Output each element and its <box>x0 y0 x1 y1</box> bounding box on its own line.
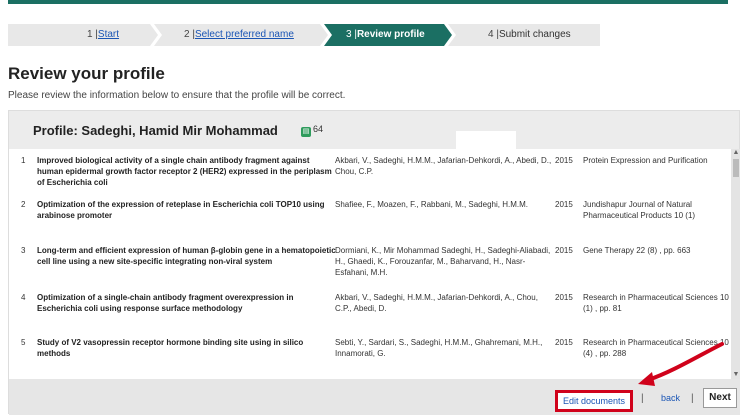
step-review-profile: 3 |Review profile <box>324 24 452 46</box>
row-index: 4 <box>21 293 26 302</box>
wizard-steps: 1 |Start 2 |Select preferred name 3 |Rev… <box>8 24 600 46</box>
step-start-link[interactable]: Start <box>98 29 119 40</box>
document-count: ▤ 64 <box>301 124 323 137</box>
step-review-label: Review profile <box>356 29 425 40</box>
document-journal: Research in Pharmaceutical Sciences 10 (… <box>583 293 729 313</box>
document-title: Optimization of the expression of retepl… <box>37 200 325 220</box>
profile-header: Profile: Sadeghi, Hamid Mir Mohammad ▤ 64 <box>9 111 739 149</box>
separator: | <box>691 393 694 404</box>
document-list: 1 Improved biological activity of a sing… <box>9 149 731 379</box>
row-index: 1 <box>21 156 26 165</box>
document-journal: Research in Pharmaceutical Sciences 10 (… <box>583 338 729 358</box>
back-link[interactable]: back <box>661 393 680 403</box>
document-title: Study of V2 vasopressin receptor hormone… <box>37 338 304 358</box>
step-select-preferred-name[interactable]: 2 |Select preferred name <box>154 24 328 46</box>
document-authors: Sebti, Y., Sardari, S., Sadeghi, H.M.M.,… <box>335 338 543 358</box>
document-year: 2015 <box>555 338 573 347</box>
top-accent-line <box>8 0 728 4</box>
row-index: 5 <box>21 338 26 347</box>
step-submit-changes: 4 |Submit changes <box>448 24 600 46</box>
row-index: 2 <box>21 200 26 209</box>
panel-footer: Edit documents | back | Next <box>9 379 740 415</box>
step-number: 1 | <box>86 29 98 40</box>
document-authors: Shafiee, F., Moazen, F., Rabbani, M., Sa… <box>335 200 528 209</box>
document-year: 2015 <box>555 293 573 302</box>
profile-title: Profile: Sadeghi, Hamid Mir Mohammad <box>33 123 278 138</box>
document-title: Optimization of a single-chain antibody … <box>37 293 294 313</box>
scroll-up-icon[interactable]: ▲ <box>731 149 740 157</box>
page-title: Review your profile <box>8 64 165 83</box>
separator: | <box>641 393 644 404</box>
edit-documents-link[interactable]: Edit documents <box>555 390 633 412</box>
step-number: 4 | <box>488 29 499 40</box>
redaction-box <box>456 131 516 149</box>
document-authors: Dormiani, K., Mir Mohammad Sadeghi, H., … <box>335 246 551 277</box>
profile-panel: Profile: Sadeghi, Hamid Mir Mohammad ▤ 64… <box>8 110 740 415</box>
next-button[interactable]: Next <box>703 388 737 408</box>
document-authors: Akbari, V., Sadeghi, H.M.M., Jafarian-De… <box>335 156 552 176</box>
step-number: 3 | <box>346 29 357 40</box>
step-submit-label: Submit changes <box>498 29 571 40</box>
scroll-down-icon[interactable]: ▼ <box>731 371 740 379</box>
scrollbar-thumb[interactable] <box>733 159 739 177</box>
step-number: 2 | <box>184 29 195 40</box>
document-year: 2015 <box>555 200 573 209</box>
step-select-name-link[interactable]: Select preferred name <box>195 29 294 40</box>
document-title: Long-term and efficient expression of hu… <box>37 246 336 266</box>
document-year: 2015 <box>555 246 573 255</box>
row-index: 3 <box>21 246 26 255</box>
document-journal: Jundishapur Journal of Natural Pharmaceu… <box>583 200 696 220</box>
document-title: Improved biological activity of a single… <box>37 156 332 187</box>
document-journal: Protein Expression and Purification <box>583 156 708 165</box>
document-authors: Akbari, V., Sadeghi, H.M.M., Jafarian-De… <box>335 293 538 313</box>
documents-icon: ▤ <box>301 127 311 137</box>
document-year: 2015 <box>555 156 573 165</box>
document-journal: Gene Therapy 22 (8) , pp. 663 <box>583 246 691 255</box>
step-start[interactable]: 1 |Start <box>8 24 158 46</box>
list-scrollbar[interactable]: ▲ ▼ <box>731 149 740 379</box>
document-count-value: 64 <box>313 124 324 134</box>
page-intro: Please review the information below to e… <box>8 90 346 101</box>
